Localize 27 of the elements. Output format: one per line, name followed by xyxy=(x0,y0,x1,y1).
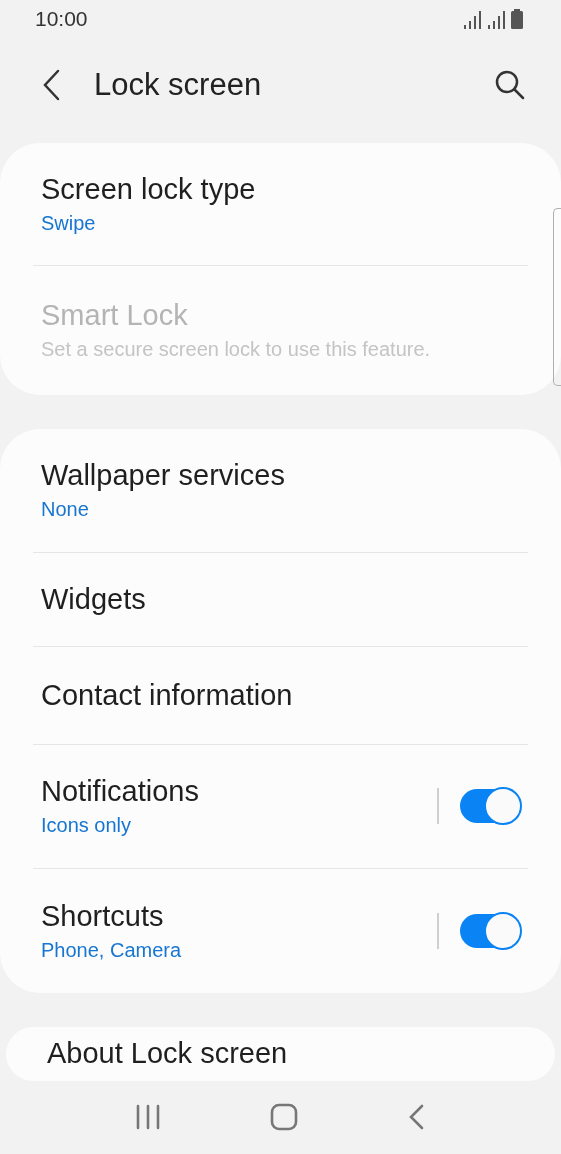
setting-title: About Lock screen xyxy=(47,1037,289,1070)
setting-row[interactable]: Screen lock type Swipe xyxy=(33,142,528,266)
setting-title: Widgets xyxy=(41,582,147,616)
setting-value: Phone, Camera xyxy=(41,938,183,962)
setting-title: Contact information xyxy=(41,678,294,712)
setting-row[interactable]: Wallpaper services None xyxy=(33,428,528,553)
toggle-switch[interactable] xyxy=(460,789,520,823)
setting-row[interactable]: Contact information xyxy=(33,646,528,745)
setting-row[interactable]: Widgets xyxy=(33,552,528,647)
battery-icon xyxy=(511,9,523,30)
setting-title: Notifications xyxy=(41,775,200,808)
signal-icon xyxy=(463,11,481,30)
page-title: Lock screen xyxy=(94,66,263,103)
setting-row[interactable]: Shortcuts Phone, Camera xyxy=(33,868,528,993)
setting-title: Shortcuts xyxy=(41,899,165,933)
setting-title: Smart Lock xyxy=(41,299,189,332)
signal-icon xyxy=(487,11,505,30)
setting-row[interactable]: About Lock screen xyxy=(39,1026,522,1081)
setting-value: Icons only xyxy=(41,814,133,837)
setting-value: Swipe xyxy=(41,211,97,235)
setting-value: None xyxy=(41,498,90,521)
setting-value: Set a secure screen lock to use this feature. xyxy=(41,338,432,361)
setting-row[interactable]: Notifications Icons only xyxy=(33,744,528,869)
setting-title: Screen lock type xyxy=(41,172,257,206)
setting-title: Wallpaper services xyxy=(41,459,286,492)
status-time: 10:00 xyxy=(35,7,88,32)
toggle-switch[interactable] xyxy=(460,913,520,948)
